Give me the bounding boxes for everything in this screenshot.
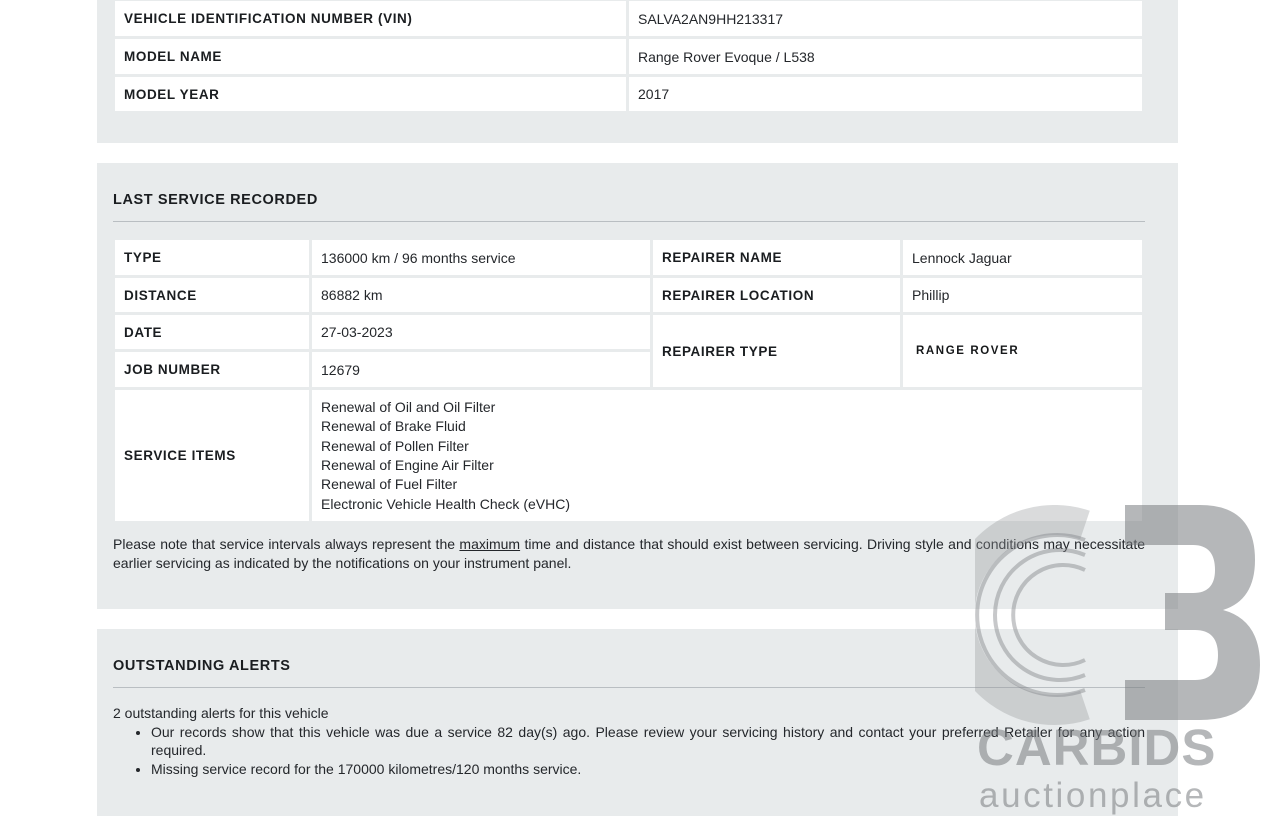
repairer-location-value: Phillip [903, 278, 1142, 312]
model-name-value: Range Rover Evoque / L538 [629, 39, 1142, 74]
maximum-emphasis: maximum [459, 536, 521, 552]
section-heading-alerts: OUTSTANDING ALERTS [113, 658, 291, 674]
vin-label: VEHICLE IDENTIFICATION NUMBER (VIN) [115, 1, 626, 36]
job-number-label: JOB NUMBER [115, 352, 309, 387]
service-item: Renewal of Fuel Filter [321, 476, 458, 493]
last-service-panel: LAST SERVICE RECORDED TYPE 136000 km / 9… [97, 163, 1178, 609]
date-label: DATE [115, 315, 309, 349]
repairer-type-label: REPAIRER TYPE [653, 315, 900, 387]
vin-value: SALVA2AN9HH213317 [629, 1, 1142, 36]
range-rover-logo: RANGE ROVER [903, 315, 1142, 387]
type-value: 136000 km / 96 months service [312, 240, 650, 275]
job-number-value: 12679 [312, 352, 650, 387]
range-rover-logo-text: RANGE ROVER [916, 345, 1020, 357]
service-item: Renewal of Oil and Oil Filter [321, 398, 496, 415]
service-item: Renewal of Brake Fluid [321, 418, 466, 435]
note-text-start: Please note that service intervals alway… [113, 536, 460, 552]
distance-label: DISTANCE [115, 278, 309, 312]
vehicle-details-panel: VEHICLE IDENTIFICATION NUMBER (VIN) SALV… [97, 0, 1178, 143]
service-interval-note: Please note that service intervals alway… [113, 535, 1145, 572]
repairer-name-label: REPAIRER NAME [653, 240, 900, 275]
section-heading-last-service: LAST SERVICE RECORDED [113, 192, 318, 208]
model-year-label: MODEL YEAR [115, 77, 626, 111]
repairer-name-value: Lennock Jaguar [903, 240, 1142, 275]
service-item: Electronic Vehicle Health Check (eVHC) [321, 495, 570, 512]
section-divider [113, 687, 1145, 688]
date-value: 27-03-2023 [312, 315, 650, 349]
model-year-value: 2017 [629, 77, 1142, 111]
watermark-tagline: auctionplace [979, 776, 1207, 815]
distance-value: 86882 km [312, 278, 650, 312]
service-items-list: Renewal of Oil and Oil Filter Renewal of… [312, 390, 1142, 521]
model-name-label: MODEL NAME [115, 39, 626, 74]
service-item: Renewal of Pollen Filter [321, 437, 469, 454]
watermark-brand: CARBIDS [977, 719, 1217, 776]
type-label: TYPE [115, 240, 309, 275]
section-divider [113, 221, 1145, 222]
service-item: Renewal of Engine Air Filter [321, 457, 494, 473]
service-items-label: SERVICE ITEMS [115, 390, 309, 521]
repairer-location-label: REPAIRER LOCATION [653, 278, 900, 312]
